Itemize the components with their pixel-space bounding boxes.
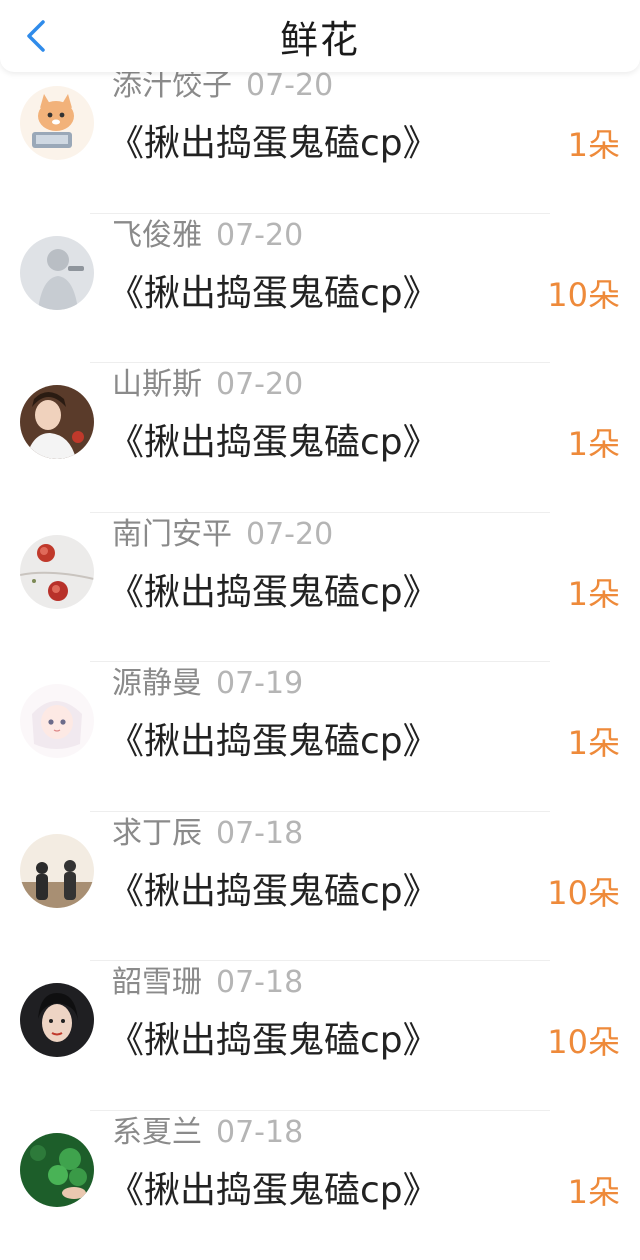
flower-count: 10朵 — [547, 272, 620, 318]
list-item[interactable]: 系夏兰 07-18 《揪出捣蛋鬼磕cp》 1朵 — [0, 1111, 640, 1260]
avatar[interactable] — [20, 983, 94, 1057]
sender-name: 飞俊雅 — [112, 218, 202, 253]
book-title: 《揪出捣蛋鬼磕cp》 — [108, 868, 439, 916]
flower-count: 10朵 — [547, 1019, 620, 1065]
gift-date: 07-20 — [216, 367, 303, 402]
sender-meta: 飞俊雅 07-20 — [112, 216, 303, 256]
sender-name: 系夏兰 — [112, 1115, 202, 1150]
sender-name: 南门安平 — [112, 517, 232, 552]
sender-name: 添汁饺子 — [112, 68, 232, 103]
flower-gift-list: 添汁饺子 07-20 《揪出捣蛋鬼磕cp》 1朵 飞俊雅 07-20 《揪出捣蛋鬼磕… — [0, 64, 640, 1260]
gift-date: 07-18 — [216, 965, 303, 1000]
sender-meta: 山斯斯 07-20 — [112, 365, 303, 405]
list-item[interactable]: 山斯斯 07-20 《揪出捣蛋鬼磕cp》 1朵 — [0, 363, 640, 513]
avatar[interactable] — [20, 1133, 94, 1207]
list-item[interactable]: 源静曼 07-19 《揪出捣蛋鬼磕cp》 1朵 — [0, 662, 640, 812]
sender-name: 韶雪珊 — [112, 965, 202, 1000]
avatar[interactable] — [20, 535, 94, 609]
top-nav-bar: 鲜花 — [0, 0, 640, 72]
avatar[interactable] — [20, 385, 94, 459]
sender-meta: 系夏兰 07-18 — [112, 1113, 303, 1153]
flower-count: 1朵 — [568, 720, 620, 766]
book-title: 《揪出捣蛋鬼磕cp》 — [108, 1017, 439, 1065]
gift-date: 07-20 — [216, 218, 303, 253]
gift-date: 07-20 — [246, 517, 333, 552]
sender-meta: 源静曼 07-19 — [112, 664, 303, 704]
flower-count: 1朵 — [568, 571, 620, 617]
list-item[interactable]: 南门安平 07-20 《揪出捣蛋鬼磕cp》 1朵 — [0, 513, 640, 663]
sender-name: 求丁辰 — [112, 816, 202, 851]
gift-date: 07-18 — [216, 816, 303, 851]
page-title: 鲜花 — [0, 16, 640, 64]
flower-count: 1朵 — [568, 122, 620, 168]
gift-date: 07-18 — [216, 1115, 303, 1150]
avatar[interactable] — [20, 236, 94, 310]
gift-date: 07-20 — [246, 68, 333, 103]
avatar[interactable] — [20, 684, 94, 758]
avatar[interactable] — [20, 834, 94, 908]
flower-count: 10朵 — [547, 870, 620, 916]
sender-name: 源静曼 — [112, 666, 202, 701]
book-title: 《揪出捣蛋鬼磕cp》 — [108, 1167, 439, 1215]
sender-meta: 南门安平 07-20 — [112, 515, 333, 555]
book-title: 《揪出捣蛋鬼磕cp》 — [108, 419, 439, 467]
sender-meta: 韶雪珊 07-18 — [112, 963, 303, 1003]
sender-name: 山斯斯 — [112, 367, 202, 402]
gift-date: 07-19 — [216, 666, 303, 701]
list-item[interactable]: 添汁饺子 07-20 《揪出捣蛋鬼磕cp》 1朵 — [0, 64, 640, 214]
book-title: 《揪出捣蛋鬼磕cp》 — [108, 569, 439, 617]
avatar[interactable] — [20, 86, 94, 160]
sender-meta: 添汁饺子 07-20 — [112, 66, 333, 106]
book-title: 《揪出捣蛋鬼磕cp》 — [108, 718, 439, 766]
sender-meta: 求丁辰 07-18 — [112, 814, 303, 854]
flower-count: 1朵 — [568, 1169, 620, 1215]
book-title: 《揪出捣蛋鬼磕cp》 — [108, 270, 439, 318]
list-item[interactable]: 韶雪珊 07-18 《揪出捣蛋鬼磕cp》 10朵 — [0, 961, 640, 1111]
list-item[interactable]: 飞俊雅 07-20 《揪出捣蛋鬼磕cp》 10朵 — [0, 214, 640, 364]
list-item[interactable]: 求丁辰 07-18 《揪出捣蛋鬼磕cp》 10朵 — [0, 812, 640, 962]
book-title: 《揪出捣蛋鬼磕cp》 — [108, 120, 439, 168]
flower-count: 1朵 — [568, 421, 620, 467]
